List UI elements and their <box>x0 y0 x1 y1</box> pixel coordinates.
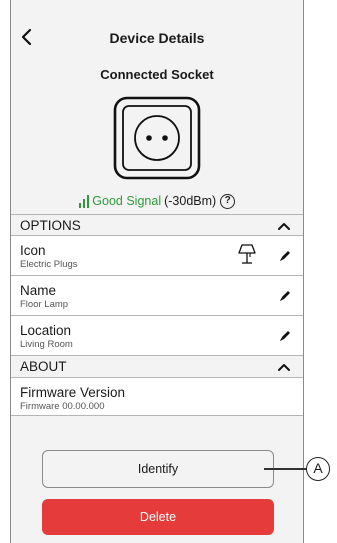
signal-dbm: (-30dBm) <box>164 194 217 208</box>
option-value: Electric Plugs <box>20 259 78 270</box>
option-row-icon[interactable]: Icon Electric Plugs <box>11 236 303 276</box>
pencil-icon[interactable] <box>278 249 292 263</box>
about-section-header[interactable]: ABOUT <box>11 356 303 378</box>
options-section-header[interactable]: OPTIONS <box>11 214 303 236</box>
identify-button[interactable]: Identify <box>42 450 274 488</box>
signal-quality: Good Signal <box>92 194 162 208</box>
page-title: Device Details <box>109 30 205 46</box>
option-value: Living Room <box>20 339 73 350</box>
option-value: Floor Lamp <box>20 299 69 310</box>
pencil-icon[interactable] <box>278 329 292 343</box>
option-row-name[interactable]: Name Floor Lamp <box>11 276 303 316</box>
help-icon[interactable]: ? <box>220 193 236 209</box>
signal-status: Good Signal (-30dBm) ? <box>11 192 303 210</box>
option-label: Icon <box>20 243 46 258</box>
callout-leader-line <box>264 468 307 470</box>
about-section-title: ABOUT <box>20 359 67 374</box>
header: Device Details <box>11 0 303 54</box>
pencil-icon[interactable] <box>278 289 292 303</box>
firmware-row: Firmware Version Firmware 00.00.000 <box>11 378 303 416</box>
option-label: Location <box>20 323 72 338</box>
option-row-location[interactable]: Location Living Room <box>11 316 303 356</box>
floor-lamp-icon <box>238 244 256 264</box>
device-name: Connected Socket <box>100 67 214 82</box>
firmware-value: Firmware 00.00.000 <box>20 401 105 412</box>
options-section-title: OPTIONS <box>20 218 81 233</box>
firmware-label: Firmware Version <box>20 385 126 400</box>
device-image <box>11 95 303 181</box>
option-label: Name <box>20 283 57 298</box>
device-details-screen: Device Details Connected Socket Good Sig… <box>10 0 304 543</box>
delete-button[interactable]: Delete <box>42 499 274 535</box>
callout-badge: A <box>306 457 330 481</box>
socket-icon <box>113 96 201 180</box>
signal-strength-icon <box>78 194 90 208</box>
chevron-up-icon[interactable] <box>277 361 291 373</box>
chevron-up-icon[interactable] <box>277 220 291 232</box>
